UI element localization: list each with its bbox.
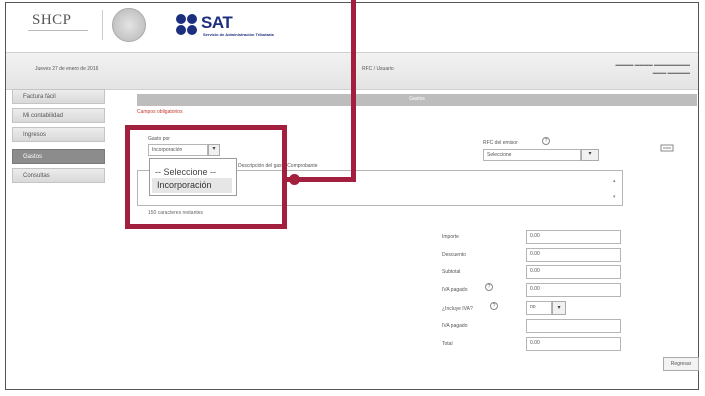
total-label: Total — [442, 341, 453, 347]
header-divider — [102, 10, 103, 40]
shcp-logo-line — [28, 30, 88, 31]
sat-logo-icon — [176, 14, 198, 36]
regresar-button[interactable]: Regresar — [663, 357, 699, 371]
user-info: ▬▬▬▬ ▬▬▬▬ ▬▬▬▬▬▬▬▬ — [615, 62, 690, 67]
help-icon[interactable]: ? — [490, 302, 498, 310]
add-rfc-icon[interactable] — [660, 140, 674, 152]
sidebar-item-mi-contabilidad[interactable]: Mi contabilidad — [12, 108, 105, 123]
section-title: Gastos — [409, 96, 425, 102]
iva-pagado-label: IVA pagado — [442, 287, 468, 293]
national-seal-icon — [112, 8, 146, 42]
sidebar-item-ingresos[interactable]: Ingresos — [12, 127, 105, 142]
help-icon[interactable]: ? — [485, 283, 493, 291]
incluye-iva-dropdown-button[interactable]: ▾ — [552, 301, 566, 315]
sidebar-item-label: Mi contabilidad — [23, 113, 64, 119]
user-rfc: RFC / Usuario — [362, 66, 394, 72]
chevron-down-icon: ▾ — [588, 151, 592, 157]
user-info-2: ▬▬▬ ▬▬▬▬▬ — [652, 70, 690, 75]
rfc-emisor-dropdown-button[interactable]: ▾ — [581, 149, 599, 161]
help-icon[interactable]: ? — [542, 137, 550, 145]
importe-field[interactable]: 0.00 — [526, 230, 621, 244]
shcp-logo: SHCP — [32, 12, 72, 28]
scroll-up-icon[interactable]: ▴ — [613, 178, 616, 184]
highlight-connector-vertical — [351, 0, 356, 182]
sidebar-item-label: Gastos — [23, 154, 43, 160]
sidebar-item-gastos[interactable]: Gastos — [12, 149, 105, 164]
iva-pagado-field[interactable]: 0.00 — [526, 283, 621, 297]
total-field[interactable]: 0.00 — [526, 337, 621, 351]
sidebar-item-label: Factura fácil — [23, 94, 56, 100]
sidebar-item-factura-facil[interactable]: Factura fácil — [12, 89, 105, 104]
descuento-label: Descuento — [442, 252, 466, 258]
incluye-iva-label: ¿Incluye IVA? — [442, 306, 473, 312]
rfc-emisor-select[interactable]: Seleccione — [483, 149, 581, 161]
current-date: Jueves 27 de enero de 2016 — [35, 66, 99, 72]
sat-subtitle: Servicio de Administración Tributaria — [203, 32, 274, 37]
highlight-box — [125, 125, 287, 229]
sidebar-item-label: Ingresos — [23, 132, 47, 138]
highlight-dot — [289, 174, 300, 185]
descuento-field[interactable]: 0.00 — [526, 248, 621, 262]
subtotal-label: Subtotal — [442, 269, 461, 275]
incluye-iva-select[interactable]: no — [526, 301, 552, 315]
subtotal-field[interactable]: 0.00 — [526, 265, 621, 279]
sidebar-item-label: Consultas — [23, 173, 50, 179]
iva-pagado-2-label: IVA pagado — [442, 323, 468, 329]
required-note: Campos obligatorios — [137, 109, 183, 115]
importe-label: Importe — [442, 234, 459, 240]
chevron-down-icon: ▾ — [557, 305, 561, 311]
sat-logo-text: SAT — [201, 13, 233, 32]
sidebar-item-consultas[interactable]: Consultas — [12, 168, 105, 183]
scroll-down-icon[interactable]: ▾ — [613, 194, 616, 200]
rfc-emisor-label: RFC del emisor — [483, 140, 518, 146]
iva-pagado-2-field[interactable] — [526, 319, 621, 333]
